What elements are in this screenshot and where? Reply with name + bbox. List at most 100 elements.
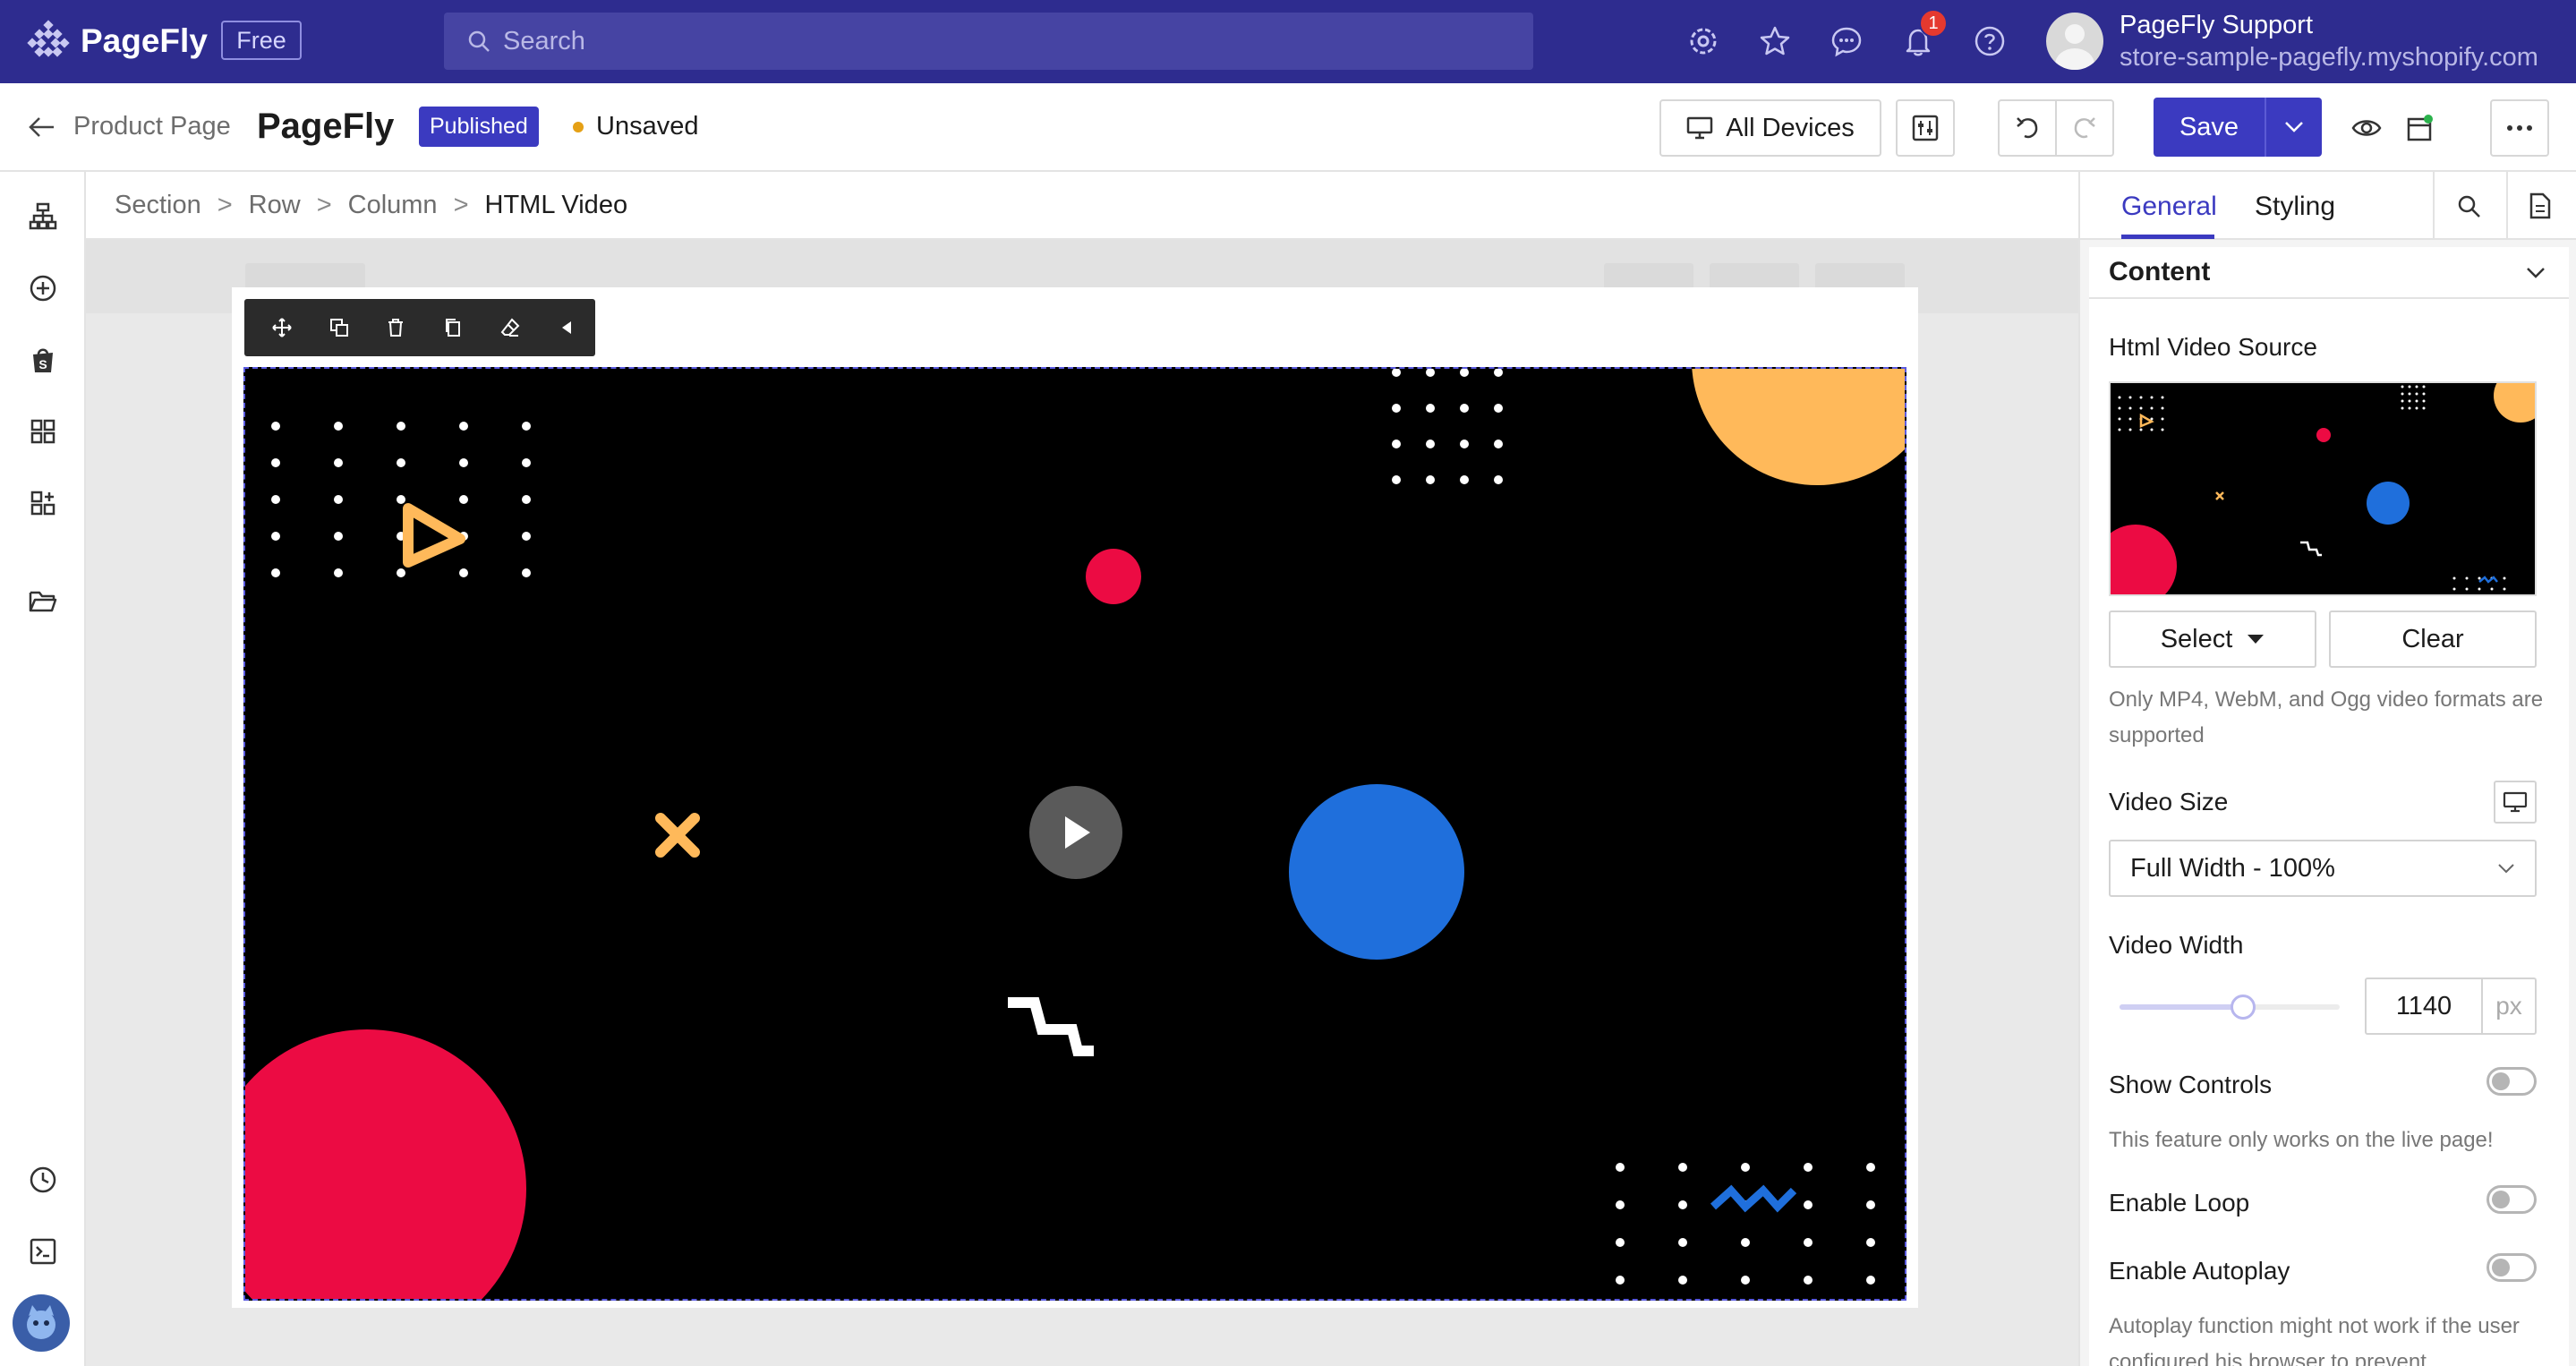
dot-grid-top-left bbox=[271, 422, 531, 577]
shopify-bag-icon[interactable]: S bbox=[25, 342, 61, 378]
show-controls-toggle[interactable] bbox=[2486, 1067, 2537, 1096]
breadcrumb-item-row[interactable]: Row bbox=[249, 191, 301, 220]
settings-gear-icon[interactable] bbox=[1685, 23, 1721, 59]
ghost-placeholder bbox=[245, 263, 365, 290]
help-icon[interactable] bbox=[1972, 23, 2008, 59]
arrow-left-icon bbox=[29, 116, 54, 137]
preview-button[interactable] bbox=[2338, 99, 2395, 157]
undo-icon bbox=[2017, 117, 2038, 139]
enable-loop-toggle[interactable] bbox=[2486, 1185, 2537, 1214]
content-section-header[interactable]: Content bbox=[2089, 247, 2569, 299]
video-source-label: Html Video Source bbox=[2109, 333, 2317, 361]
video-thumbnail-graphic bbox=[2111, 383, 2535, 594]
monitor-icon bbox=[2503, 791, 2528, 813]
plan-badge[interactable]: Free bbox=[221, 21, 302, 60]
show-controls-label: Show Controls bbox=[2109, 1071, 2273, 1098]
eye-icon bbox=[2351, 120, 2382, 136]
responsive-device-button[interactable] bbox=[2494, 781, 2537, 824]
element-toolbar bbox=[244, 299, 595, 356]
page-title[interactable]: PageFly bbox=[257, 107, 394, 147]
play-icon bbox=[1065, 816, 1090, 849]
autoplay-help: Autoplay function might not work if the … bbox=[2109, 1314, 2520, 1366]
add-element-icon[interactable] bbox=[25, 270, 61, 306]
video-width-slider[interactable] bbox=[2120, 995, 2340, 1020]
device-selector[interactable]: All Devices bbox=[1659, 99, 1881, 157]
publish-button[interactable] bbox=[2392, 99, 2449, 157]
enable-autoplay-label: Enable Autoplay bbox=[2109, 1257, 2290, 1285]
pagefly-logo[interactable]: PageFly bbox=[27, 20, 208, 63]
logo-text: PageFly bbox=[81, 22, 208, 59]
move-handle-button[interactable] bbox=[253, 299, 311, 356]
duplicate-button[interactable] bbox=[311, 299, 368, 356]
save-button[interactable]: Save bbox=[2154, 98, 2266, 157]
left-sidebar: S bbox=[0, 172, 86, 1366]
search-input[interactable]: Search bbox=[444, 13, 1533, 70]
device-label: All Devices bbox=[1726, 113, 1855, 142]
video-width-unit: px bbox=[2495, 992, 2522, 1020]
caret-down-icon bbox=[2248, 635, 2265, 644]
redo-icon bbox=[2074, 117, 2095, 139]
video-size-label: Video Size bbox=[2109, 788, 2229, 815]
pagefly-logo-icon bbox=[27, 20, 70, 57]
history-clock-icon[interactable] bbox=[25, 1162, 61, 1198]
tab-divider bbox=[2433, 172, 2435, 240]
video-width-value[interactable]: 1140 bbox=[2367, 979, 2483, 1033]
play-button[interactable] bbox=[1029, 786, 1122, 879]
user-avatar[interactable] bbox=[2046, 13, 2103, 70]
format-help-text: Only MP4, WebM, and Ogg video formats ar… bbox=[2109, 687, 2544, 747]
chat-icon[interactable] bbox=[1829, 23, 1864, 59]
clear-button-label: Clear bbox=[2401, 624, 2464, 653]
save-options-button[interactable] bbox=[2266, 121, 2322, 133]
redo-button[interactable] bbox=[2055, 99, 2114, 157]
save-state-indicator: Unsaved bbox=[573, 112, 698, 141]
search-properties-icon[interactable] bbox=[2451, 188, 2486, 224]
slider-fill bbox=[2120, 1004, 2243, 1010]
collapse-toolbar-button[interactable] bbox=[538, 299, 595, 356]
sections-grid-icon[interactable] bbox=[25, 414, 61, 449]
chevron-down-icon bbox=[2498, 864, 2514, 874]
user-store-domain: store-sample-pagefly.myshopify.com bbox=[2120, 43, 2538, 72]
slider-thumb[interactable] bbox=[2230, 995, 2256, 1020]
folder-open-icon[interactable] bbox=[25, 584, 61, 619]
document-icon[interactable] bbox=[2522, 188, 2558, 224]
tab-styling[interactable]: Styling bbox=[2255, 192, 2335, 222]
breadcrumb-item-html-video: HTML Video bbox=[484, 190, 628, 219]
clear-video-button[interactable]: Clear bbox=[2329, 610, 2537, 668]
breadcrumb-item-section[interactable]: Section bbox=[115, 191, 201, 220]
properties-panel: General Styling Content Html Video Sourc… bbox=[2078, 172, 2576, 1366]
select-video-button[interactable]: Select bbox=[2109, 610, 2316, 668]
monitor-icon bbox=[1687, 116, 1713, 140]
code-terminal-icon[interactable] bbox=[25, 1234, 61, 1269]
breadcrumb-separator: > bbox=[453, 190, 469, 219]
eraser-button[interactable] bbox=[482, 299, 539, 356]
pagefly-mascot-avatar[interactable] bbox=[13, 1294, 70, 1352]
copy-button[interactable] bbox=[424, 299, 482, 356]
html-video-element[interactable] bbox=[243, 367, 1906, 1301]
tab-general[interactable]: General bbox=[2121, 192, 2217, 222]
user-name[interactable]: PageFly Support bbox=[2120, 11, 2313, 40]
ghost-placeholder bbox=[1710, 263, 1799, 290]
dot-grid-bottom-right bbox=[1616, 1163, 1875, 1285]
video-size-select[interactable]: Full Width - 100% bbox=[2109, 840, 2537, 897]
content-section-title: Content bbox=[2109, 257, 2211, 286]
page-settings-button[interactable] bbox=[1896, 99, 1955, 157]
undo-button[interactable] bbox=[1998, 99, 2057, 157]
back-to-product-page[interactable]: Product Page bbox=[29, 112, 231, 141]
ghost-placeholder bbox=[1604, 263, 1693, 290]
caret-left-icon bbox=[562, 321, 572, 334]
duplicate-icon bbox=[329, 319, 348, 337]
more-options-button[interactable] bbox=[2490, 99, 2549, 157]
notification-badge: 1 bbox=[1919, 9, 1948, 38]
save-state-text: Unsaved bbox=[596, 112, 699, 141]
svg-text:S: S bbox=[38, 357, 47, 371]
apps-add-icon[interactable] bbox=[25, 485, 61, 521]
enable-autoplay-toggle[interactable] bbox=[2486, 1253, 2537, 1282]
breadcrumb: Section > Row > Column > HTML Video bbox=[86, 172, 2078, 240]
video-width-input[interactable]: 1140 px bbox=[2365, 978, 2537, 1035]
video-source-preview[interactable] bbox=[2109, 381, 2537, 596]
breadcrumb-item-column[interactable]: Column bbox=[348, 191, 438, 220]
star-icon[interactable] bbox=[1757, 23, 1793, 59]
delete-button[interactable] bbox=[367, 299, 424, 356]
layers-tree-icon[interactable] bbox=[25, 199, 61, 235]
copy-icon bbox=[445, 319, 460, 337]
